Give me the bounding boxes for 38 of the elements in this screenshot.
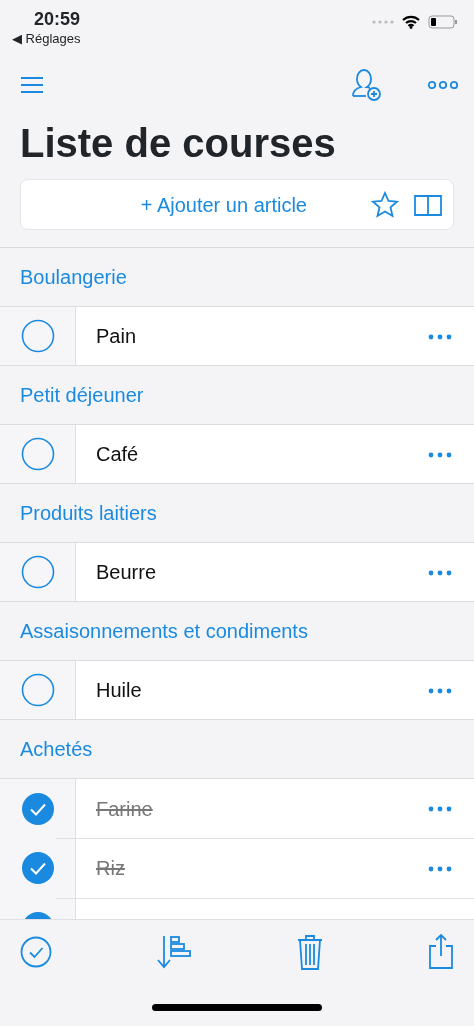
more-icon[interactable]	[428, 569, 452, 576]
checkbox-circle[interactable]	[20, 319, 55, 353]
item-name: Riz	[96, 856, 125, 881]
share-icon[interactable]	[428, 934, 454, 970]
checkbox-circle[interactable]	[20, 437, 55, 471]
section-header: Achetés	[19, 737, 94, 762]
item-name: Huile	[96, 678, 142, 703]
more-icon[interactable]	[428, 333, 452, 340]
list-title: Liste de courses	[20, 120, 337, 167]
checked-circle[interactable]	[20, 791, 55, 826]
wifi-icon	[402, 15, 420, 29]
menu-icon[interactable]	[20, 76, 44, 94]
more-icon[interactable]	[428, 865, 452, 872]
sort-icon[interactable]	[156, 935, 192, 969]
section-header: Produits laitiers	[19, 501, 158, 526]
status-time: 20:59	[33, 8, 81, 30]
more-icon[interactable]	[428, 806, 452, 813]
more-icon[interactable]	[428, 687, 452, 694]
section-header: Petit déjeuner	[19, 383, 145, 408]
back-link[interactable]: ◀ Réglages	[12, 30, 81, 48]
item-name: Farine	[96, 796, 153, 822]
add-person-icon[interactable]	[350, 68, 382, 102]
section-header: Assaisonnements et condiments	[19, 619, 309, 644]
signal-icon	[372, 20, 394, 24]
star-icon[interactable]	[371, 190, 399, 219]
section-header: Boulangerie	[19, 265, 128, 290]
checked-circle[interactable]	[20, 851, 55, 885]
trash-icon[interactable]	[296, 934, 324, 970]
item-name: Beurre	[96, 560, 157, 585]
item-name: Café	[96, 442, 139, 467]
book-icon[interactable]	[413, 192, 443, 217]
checkbox-circle[interactable]	[20, 673, 55, 707]
checkbox-circle[interactable]	[20, 555, 55, 589]
more-icon[interactable]	[428, 80, 458, 90]
item-name: Pain	[96, 324, 137, 349]
battery-icon	[428, 15, 458, 29]
check-circle-icon[interactable]	[20, 936, 52, 968]
more-icon[interactable]	[428, 451, 452, 458]
